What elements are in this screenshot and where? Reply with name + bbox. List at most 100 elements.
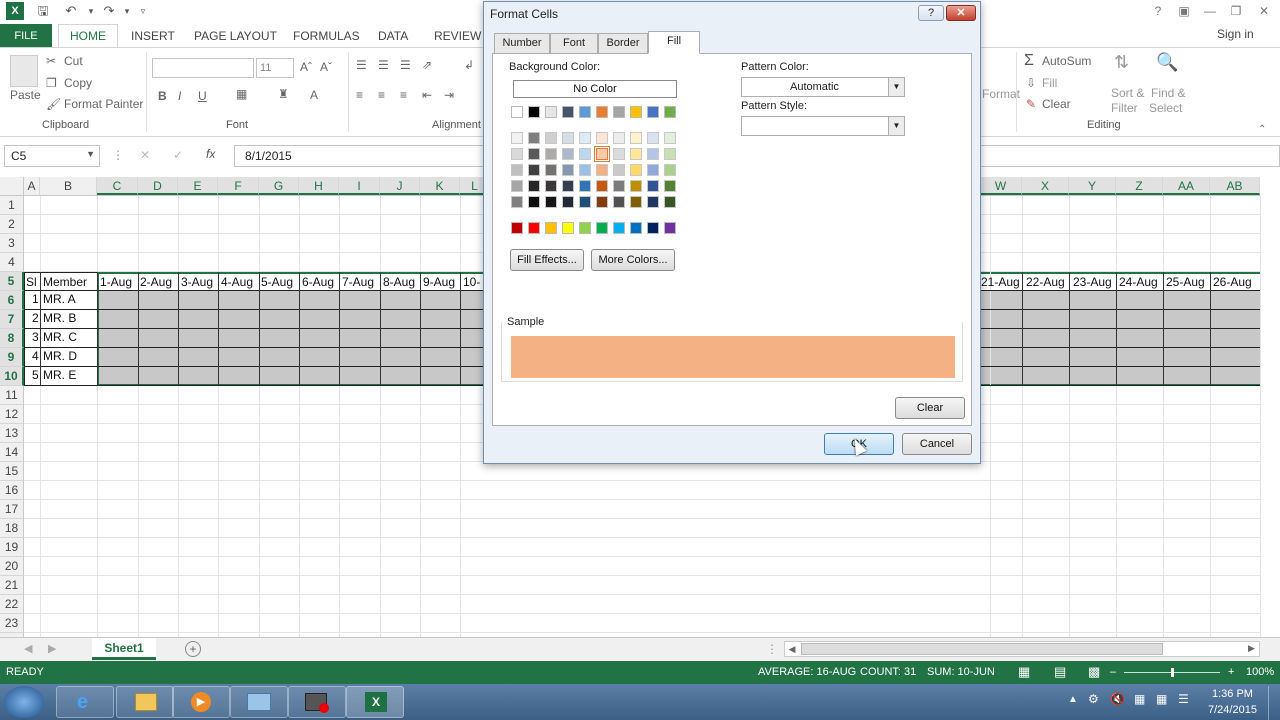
color-swatch[interactable] — [647, 148, 659, 160]
align-center-icon[interactable]: ≡ — [378, 88, 385, 102]
row-header-5[interactable]: 5 — [0, 272, 24, 291]
column-header-aa[interactable]: AA — [1163, 177, 1210, 195]
member-name[interactable]: MR. E — [43, 366, 76, 384]
cancel-button[interactable]: Cancel — [902, 433, 972, 455]
align-right-icon[interactable]: ≡ — [400, 88, 407, 102]
color-swatch[interactable] — [647, 164, 659, 176]
row-header-20[interactable]: 20 — [0, 557, 24, 576]
row-header-22[interactable]: 22 — [0, 595, 24, 614]
color-swatch[interactable] — [613, 106, 625, 118]
color-swatch[interactable] — [528, 196, 540, 208]
tab-insert[interactable]: INSERT — [131, 26, 175, 46]
confirm-entry-icon[interactable]: ✓ — [173, 148, 183, 162]
row-header-21[interactable]: 21 — [0, 576, 24, 595]
shrink-font-icon[interactable]: Aˇ — [320, 60, 332, 74]
restore-icon[interactable]: ❐ — [1224, 2, 1248, 20]
color-swatch[interactable] — [562, 106, 574, 118]
help-icon[interactable]: ? — [1146, 2, 1170, 20]
column-header-e[interactable]: E — [178, 177, 218, 195]
color-swatch[interactable] — [528, 180, 540, 192]
member-name[interactable]: MR. A — [43, 290, 76, 308]
row-header-14[interactable]: 14 — [0, 443, 24, 462]
member-name[interactable]: MR. C — [43, 328, 77, 346]
row-header-17[interactable]: 17 — [0, 500, 24, 519]
row-header-8[interactable]: 8 — [0, 329, 24, 348]
cut-button[interactable]: Cut — [64, 54, 83, 68]
color-swatch[interactable] — [579, 132, 591, 144]
color-swatch[interactable] — [596, 222, 608, 234]
save-icon[interactable]: 🖫 — [34, 2, 52, 20]
color-swatch[interactable] — [545, 132, 557, 144]
decrease-indent-icon[interactable]: ⇤ — [422, 88, 432, 102]
paste-button[interactable]: Paste — [10, 88, 41, 102]
dialog-tab-border[interactable]: Border — [598, 33, 648, 53]
orientation-icon[interactable]: ⇗ — [422, 58, 432, 72]
minimize-icon[interactable]: — — [1198, 2, 1222, 20]
clock-date[interactable]: 7/24/2015 — [1208, 704, 1257, 716]
tray-icon-3[interactable]: ▦ — [1156, 692, 1167, 706]
row-header-9[interactable]: 9 — [0, 348, 24, 367]
color-swatch[interactable] — [511, 132, 523, 144]
scrollbar-thumb[interactable] — [801, 643, 1163, 655]
row-header-10[interactable]: 10 — [0, 367, 24, 386]
paste-icon[interactable] — [10, 55, 38, 87]
scroll-left-icon[interactable]: ◀ — [785, 642, 799, 656]
color-swatch[interactable] — [664, 196, 676, 208]
date-header[interactable]: 24-Aug — [1119, 273, 1158, 291]
format-button[interactable]: Format — [982, 87, 1020, 101]
dialog-close-icon[interactable]: ✕ — [946, 5, 976, 21]
column-header-y[interactable]: Y — [1069, 177, 1116, 195]
clear-button[interactable]: Clear — [1042, 97, 1071, 111]
column-header-f[interactable]: F — [218, 177, 259, 195]
color-swatch[interactable] — [579, 164, 591, 176]
row-header-1[interactable]: 1 — [0, 196, 24, 215]
color-swatch[interactable] — [630, 132, 642, 144]
color-swatch[interactable] — [647, 180, 659, 192]
taskbar-network-app-icon[interactable] — [230, 686, 288, 718]
prev-sheet-icon[interactable]: ◀ — [24, 642, 32, 655]
normal-view-icon[interactable]: ▦ — [1018, 664, 1030, 680]
align-top-icon[interactable]: ☰ — [356, 58, 367, 72]
column-header-z[interactable]: Z — [1116, 177, 1163, 195]
page-layout-view-icon[interactable]: ▤ — [1054, 664, 1066, 680]
member-sl[interactable]: 4 — [32, 347, 39, 365]
clear-fill-button[interactable]: Clear — [895, 397, 965, 419]
color-swatch[interactable] — [647, 106, 659, 118]
header-sl[interactable]: Sl — [26, 273, 37, 291]
color-swatch[interactable] — [579, 180, 591, 192]
tab-home[interactable]: HOME — [58, 24, 118, 48]
fill-color-icon[interactable]: ♜ — [278, 87, 289, 101]
volume-muted-icon[interactable]: 🔇 — [1110, 692, 1125, 706]
pattern-style-dropdown-icon[interactable]: ▼ — [888, 117, 904, 135]
font-size-box[interactable]: 11 — [256, 58, 294, 78]
zoom-slider-thumb[interactable] — [1171, 668, 1174, 677]
row-header-2[interactable]: 2 — [0, 215, 24, 234]
color-swatch[interactable] — [545, 180, 557, 192]
color-swatch[interactable] — [511, 180, 523, 192]
cancel-entry-icon[interactable]: ✕ — [140, 148, 150, 162]
taskbar-media-player-icon[interactable]: ▶ — [172, 686, 230, 718]
bold-icon[interactable]: B — [158, 89, 167, 103]
taskbar-excel-icon[interactable]: X — [346, 686, 404, 718]
color-swatch[interactable] — [562, 132, 574, 144]
tab-formulas[interactable]: FORMULAS — [293, 26, 360, 46]
color-swatch[interactable] — [596, 106, 608, 118]
color-swatch[interactable] — [613, 148, 625, 160]
align-left-icon[interactable]: ≡ — [356, 88, 363, 102]
show-hidden-icons[interactable]: ▲ — [1068, 694, 1078, 705]
column-header-i[interactable]: I — [339, 177, 380, 195]
show-desktop-button[interactable] — [1268, 686, 1280, 720]
scroll-right-icon[interactable]: ▶ — [1248, 643, 1255, 654]
date-header[interactable]: 8-Aug — [383, 273, 415, 291]
color-swatch[interactable] — [562, 196, 574, 208]
color-swatch[interactable] — [630, 148, 642, 160]
new-sheet-icon[interactable]: + — [185, 641, 201, 657]
dialog-tab-number[interactable]: Number — [494, 33, 550, 53]
ribbon-display-icon[interactable]: ▣ — [1172, 2, 1196, 20]
color-swatch[interactable] — [562, 180, 574, 192]
color-swatch[interactable] — [528, 222, 540, 234]
align-bottom-icon[interactable]: ☰ — [400, 58, 411, 72]
color-swatch[interactable] — [664, 132, 676, 144]
date-header[interactable]: 23-Aug — [1073, 273, 1112, 291]
column-header-g[interactable]: G — [259, 177, 299, 195]
